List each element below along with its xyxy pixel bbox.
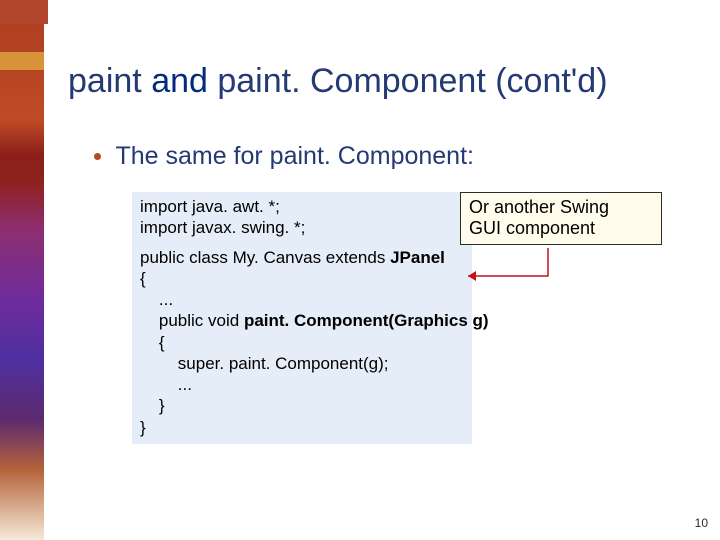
code-line: public class My. Canvas extends JPanel — [140, 247, 464, 268]
callout-note: Or another Swing GUI component — [460, 192, 662, 245]
bullet-row: The same for paint. Component: — [94, 142, 474, 171]
arrow-icon — [460, 246, 550, 296]
code-line: import javax. swing. *; — [140, 217, 464, 238]
code-keyword: paint. Component(Graphics g) — [244, 311, 489, 330]
title-prefix: paint — [68, 62, 151, 100]
code-block: import java. awt. *; import javax. swing… — [132, 192, 472, 444]
code-line: ... — [140, 289, 464, 310]
title-and: and — [151, 62, 208, 100]
page-title: paint and paint. Component (cont'd) — [68, 62, 608, 101]
code-line: public void paint. Component(Graphics g) — [140, 310, 464, 331]
note-line: GUI component — [469, 218, 653, 239]
code-line: ... — [140, 374, 464, 395]
code-text: public class My. Canvas extends — [140, 248, 390, 267]
decorative-sidebar — [0, 0, 44, 540]
title-rest: paint. Component (cont'd) — [208, 62, 608, 100]
code-line: import java. awt. *; — [140, 196, 464, 217]
code-line: super. paint. Component(g); — [140, 353, 464, 374]
note-line: Or another Swing — [469, 197, 653, 218]
decorative-topbar — [0, 0, 720, 24]
code-keyword: JPanel — [390, 248, 445, 267]
page-number: 10 — [695, 516, 708, 530]
bullet-dot-icon — [94, 153, 101, 160]
bullet-text: The same for paint. Component: — [115, 142, 474, 170]
code-line: } — [140, 395, 464, 416]
code-text: public void — [140, 311, 244, 330]
code-line: { — [140, 332, 464, 353]
code-line: { — [140, 268, 464, 289]
slide: paint and paint. Component (cont'd) The … — [0, 0, 720, 540]
code-line: } — [140, 417, 464, 438]
